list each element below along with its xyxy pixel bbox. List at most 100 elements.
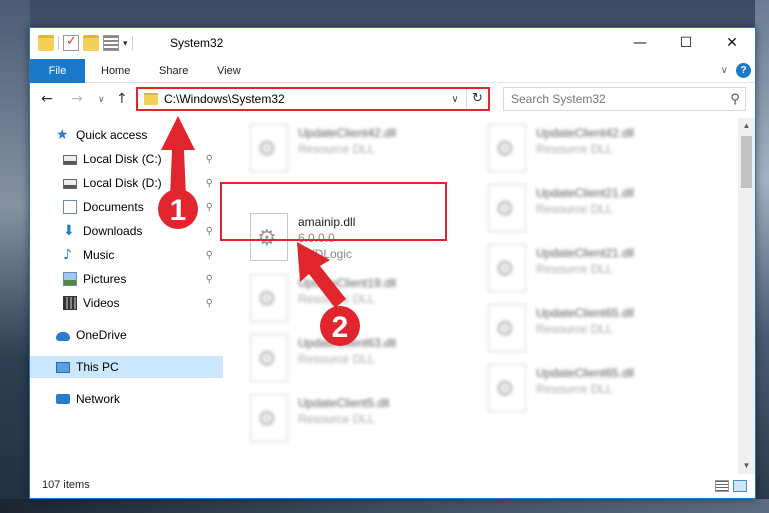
tab-share[interactable]: Share (159, 59, 188, 83)
file-item[interactable]: ⚙ UpdateClient65.dll Resource DLL (488, 364, 713, 420)
up-arrow-icon[interactable]: ↑ (116, 91, 128, 107)
title-bar: ▾ System32 — ☐ ✕ (30, 28, 755, 59)
pin-icon: ⚲ (205, 201, 213, 213)
file-item[interactable]: ⚙ UpdateClient21.dll Resource DLL (488, 244, 713, 300)
file-item[interactable]: ⚙ UpdateClient19.dll Resource DLL (250, 274, 475, 330)
scroll-down-arrow-icon[interactable]: ▼ (738, 458, 755, 474)
file-description: Resource DLL (536, 142, 613, 156)
properties-icon[interactable] (103, 35, 119, 51)
back-arrow-icon[interactable]: ← (41, 91, 53, 107)
tab-file[interactable]: File (30, 59, 85, 83)
tab-view[interactable]: View (217, 59, 241, 83)
gear-icon: ⚙ (495, 257, 515, 282)
search-input[interactable] (504, 92, 725, 106)
pc-icon (56, 361, 70, 373)
file-description: Resource DLL (536, 262, 613, 276)
gear-icon: ⚙ (257, 347, 277, 372)
gear-icon: ⚙ (257, 137, 277, 162)
file-highlight-box (220, 182, 447, 241)
new-folder-icon[interactable] (83, 35, 99, 51)
details-view-icon[interactable] (715, 480, 729, 492)
file-item[interactable]: ⚙ UpdateClient5.dll Resource DLL (250, 394, 475, 450)
file-item[interactable]: ⚙ UpdateClient42.dll Resource DLL (488, 124, 713, 180)
forward-arrow-icon[interactable]: → (71, 91, 83, 107)
file-item[interactable]: ⚙ UpdateClient63.dll Resource DLL (250, 334, 475, 390)
file-item[interactable]: ⚙ UpdateClient42.dll Resource DLL (250, 124, 475, 180)
ribbon-tabs: File Home Share View ∨ ? (30, 59, 755, 83)
vertical-scrollbar[interactable]: ▲ ▼ (738, 118, 755, 474)
file-name: UpdateClient65.dll (536, 306, 635, 320)
dll-file-icon: ⚙ (488, 364, 526, 412)
search-icon[interactable]: ⚲ (725, 92, 745, 107)
sidebar-item-label: Local Disk (D:) (83, 176, 162, 190)
desktop-background-left (0, 0, 30, 513)
file-description: Resource DLL (298, 142, 375, 156)
dll-file-icon: ⚙ (488, 124, 526, 172)
search-box: ⚲ (503, 87, 746, 111)
desktop-background-right (755, 0, 769, 513)
sidebar-item-label: Videos (83, 296, 120, 310)
sidebar-item-network[interactable]: Network (30, 388, 223, 410)
sidebar-item-pictures[interactable]: Pictures ⚲ (30, 268, 223, 290)
recent-locations-chevron-icon[interactable]: ∨ (98, 95, 105, 105)
expand-ribbon-chevron-icon[interactable]: ∨ (721, 65, 728, 76)
sidebar-item-documents[interactable]: Documents ⚲ (30, 196, 223, 218)
pin-icon: ⚲ (205, 249, 213, 261)
sidebar-item-local-disk-d[interactable]: Local Disk (D:) ⚲ (30, 172, 223, 194)
file-item[interactable]: ⚙ UpdateClient21.dll Resource DLL (488, 184, 713, 240)
refresh-icon[interactable]: ↻ (466, 89, 488, 109)
view-toggle (715, 480, 747, 492)
scrollbar-thumb[interactable] (741, 136, 752, 188)
address-path[interactable]: C:\Windows\System32 (164, 92, 444, 106)
sidebar-item-label: OneDrive (76, 328, 127, 342)
file-name: UpdateClient5.dll (298, 396, 390, 410)
maximize-button[interactable]: ☐ (663, 28, 709, 58)
videos-icon (63, 296, 77, 310)
customize-toolbar-dropdown-icon[interactable]: ▾ (123, 38, 128, 49)
toolbar-separator (58, 36, 59, 50)
gear-icon: ⚙ (495, 377, 515, 402)
sidebar-item-music[interactable]: ♪ Music ⚲ (30, 244, 223, 266)
download-icon: ⬇ (63, 223, 75, 239)
close-button[interactable]: ✕ (709, 28, 755, 58)
desktop-background-bottom (0, 499, 769, 513)
sidebar-item-label: This PC (76, 360, 119, 374)
folder-icon[interactable] (38, 35, 54, 51)
file-description: Resource DLL (298, 412, 375, 426)
sidebar-item-this-pc[interactable]: This PC (30, 356, 223, 378)
scroll-up-arrow-icon[interactable]: ▲ (738, 118, 755, 134)
navigation-pane: ★ Quick access Local Disk (C:) ⚲ Local D… (30, 124, 225, 474)
sidebar-item-quick-access[interactable]: ★ Quick access (30, 124, 223, 146)
pin-icon: ⚲ (205, 273, 213, 285)
address-dropdown-chevron-icon[interactable]: ∨ (444, 94, 466, 105)
ribbon-right-controls: ∨ ? (721, 63, 751, 78)
documents-icon (63, 200, 77, 214)
toolbar-separator (131, 36, 133, 50)
sidebar-item-onedrive[interactable]: OneDrive (30, 324, 223, 346)
pin-icon: ⚲ (205, 225, 213, 237)
tab-home[interactable]: Home (101, 59, 130, 83)
sidebar-item-label: Pictures (83, 272, 127, 286)
file-name: UpdateClient21.dll (536, 246, 635, 260)
large-icons-view-icon[interactable] (733, 480, 747, 492)
file-item[interactable]: ⚙ UpdateClient65.dll Resource DLL (488, 304, 713, 360)
dll-file-icon: ⚙ (488, 184, 526, 232)
window-title: System32 (170, 36, 224, 50)
properties-check-icon[interactable] (63, 33, 79, 51)
minimize-button[interactable]: — (617, 28, 663, 58)
sidebar-item-local-disk-c[interactable]: Local Disk (C:) ⚲ (30, 148, 223, 170)
file-description: Resource DLL (536, 382, 613, 396)
gear-icon: ⚙ (257, 287, 277, 312)
pictures-icon (63, 272, 77, 286)
navigation-bar: ← → ∨ ↑ C:\Windows\System32 ∨ ↻ ⚲ (30, 84, 755, 116)
file-description: Resource DLL (536, 202, 613, 216)
onedrive-icon (56, 332, 70, 341)
sidebar-item-downloads[interactable]: ⬇ Downloads ⚲ (30, 220, 223, 242)
help-icon[interactable]: ? (736, 63, 751, 78)
dll-file-icon: ⚙ (488, 244, 526, 292)
pin-icon: ⚲ (205, 177, 213, 189)
sidebar-item-videos[interactable]: Videos ⚲ (30, 292, 223, 314)
sidebar-item-label: Downloads (83, 224, 143, 238)
address-bar[interactable]: C:\Windows\System32 ∨ ↻ (136, 87, 490, 111)
file-description: Resource DLL (298, 352, 375, 366)
